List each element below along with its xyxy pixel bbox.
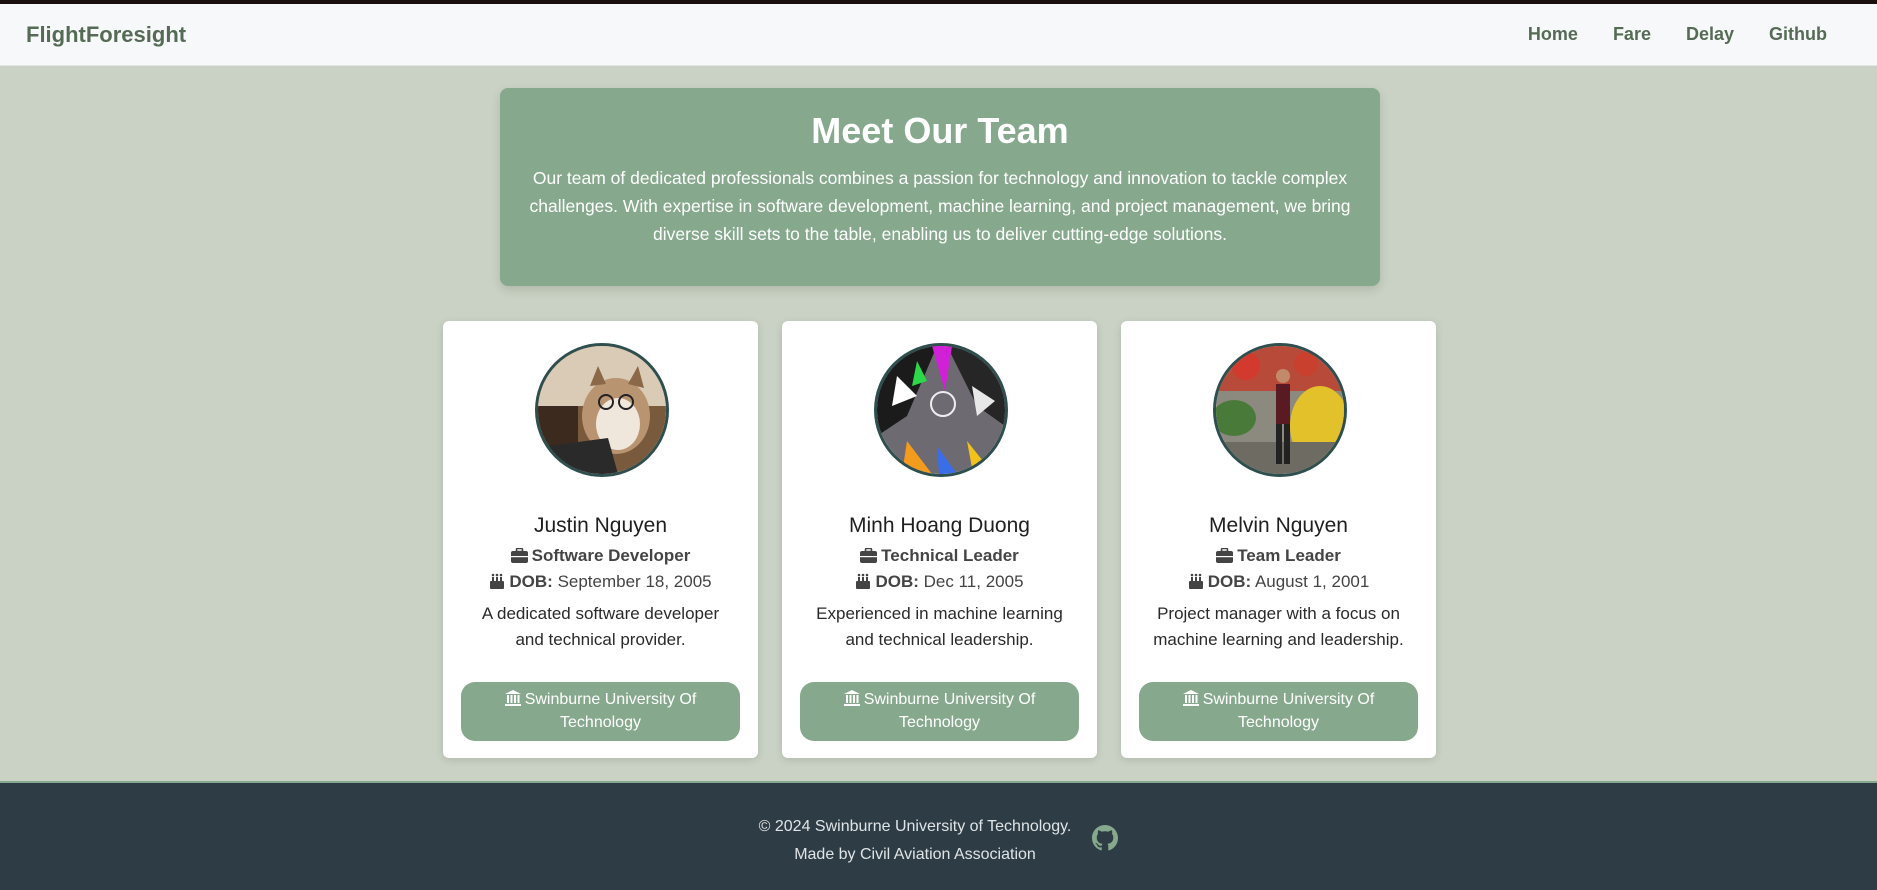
member-name: Justin Nguyen — [533, 514, 668, 537]
member-role: Technical Leader — [782, 546, 1097, 566]
avatar — [874, 343, 1008, 477]
university-label: Swinburne University Of Technology — [1202, 691, 1375, 731]
team-card-justin: Justin Nguyen Software Developer DOB: Se… — [443, 321, 758, 758]
dob-value: September 18, 2005 — [557, 572, 712, 591]
hero-banner: Meet Our Team Our team of dedicated prof… — [500, 88, 1380, 286]
birthday-cake-icon — [856, 573, 871, 589]
nav-link-fare[interactable]: Fare — [1613, 24, 1651, 45]
hero-title: Meet Our Team — [811, 110, 1069, 151]
footer-text: © 2024 Swinburne University of Technolog… — [700, 813, 1130, 869]
member-bio: A dedicated software developer and techn… — [481, 604, 720, 649]
team-card-melvin: Melvin Nguyen Team Leader DOB: August 1,… — [1121, 321, 1436, 758]
nav-links: Home Fare Delay Github — [1528, 24, 1827, 45]
briefcase-icon — [510, 548, 528, 563]
dob-value: Dec 11, 2005 — [923, 572, 1024, 591]
member-role-label: Technical Leader — [881, 546, 1019, 565]
hero-description: Our team of dedicated professionals comb… — [529, 168, 1351, 244]
team-card-minh: Minh Hoang Duong Technical Leader DOB: D… — [782, 321, 1097, 758]
nav-link-home[interactable]: Home — [1528, 24, 1578, 45]
member-dob: DOB: Dec 11, 2005 — [782, 572, 1097, 592]
university-button[interactable]: Swinburne University Of Technology — [1139, 682, 1418, 741]
member-name: Melvin Nguyen — [1209, 514, 1348, 537]
member-dob: DOB: August 1, 2001 — [1121, 572, 1436, 592]
member-bio: Project manager with a focus on machine … — [1153, 604, 1404, 649]
dob-label: DOB: — [509, 572, 553, 591]
university-icon — [1182, 690, 1199, 706]
university-button[interactable]: Swinburne University Of Technology — [800, 682, 1079, 741]
member-name: Minh Hoang Duong — [849, 514, 1030, 537]
member-dob: DOB: September 18, 2005 — [443, 572, 758, 592]
birthday-cake-icon — [490, 573, 505, 589]
avatar — [535, 343, 669, 477]
member-role-label: Software Developer — [531, 546, 691, 565]
briefcase-icon — [860, 548, 878, 563]
github-icon[interactable] — [1092, 825, 1118, 851]
footer-copyright: © 2024 Swinburne University of Technolog… — [758, 818, 1072, 835]
university-label: Swinburne University Of Technology — [863, 691, 1036, 731]
birthday-cake-icon — [1188, 573, 1203, 589]
navbar: FlightForesight Home Fare Delay Github — [0, 4, 1877, 66]
university-icon — [843, 690, 860, 706]
briefcase-icon — [1216, 548, 1234, 563]
nav-link-github[interactable]: Github — [1769, 24, 1827, 45]
university-label: Swinburne University Of Technology — [524, 691, 697, 731]
nav-link-delay[interactable]: Delay — [1686, 24, 1734, 45]
brand-logo[interactable]: FlightForesight — [26, 22, 186, 48]
university-button[interactable]: Swinburne University Of Technology — [461, 682, 740, 741]
avatar — [1213, 343, 1347, 477]
dob-label: DOB: — [1207, 572, 1252, 591]
dob-value: August 1, 2001 — [1254, 572, 1370, 591]
footer-made-by: Made by Civil Aviation Association — [794, 846, 1036, 863]
member-role: Team Leader — [1121, 546, 1436, 566]
member-role: Software Developer — [443, 546, 758, 566]
member-bio: Experienced in machine learning and tech… — [816, 604, 1063, 649]
member-role-label: Team Leader — [1237, 546, 1341, 565]
dob-label: DOB: — [875, 572, 919, 591]
footer: © 2024 Swinburne University of Technolog… — [0, 781, 1877, 890]
university-icon — [504, 690, 521, 706]
